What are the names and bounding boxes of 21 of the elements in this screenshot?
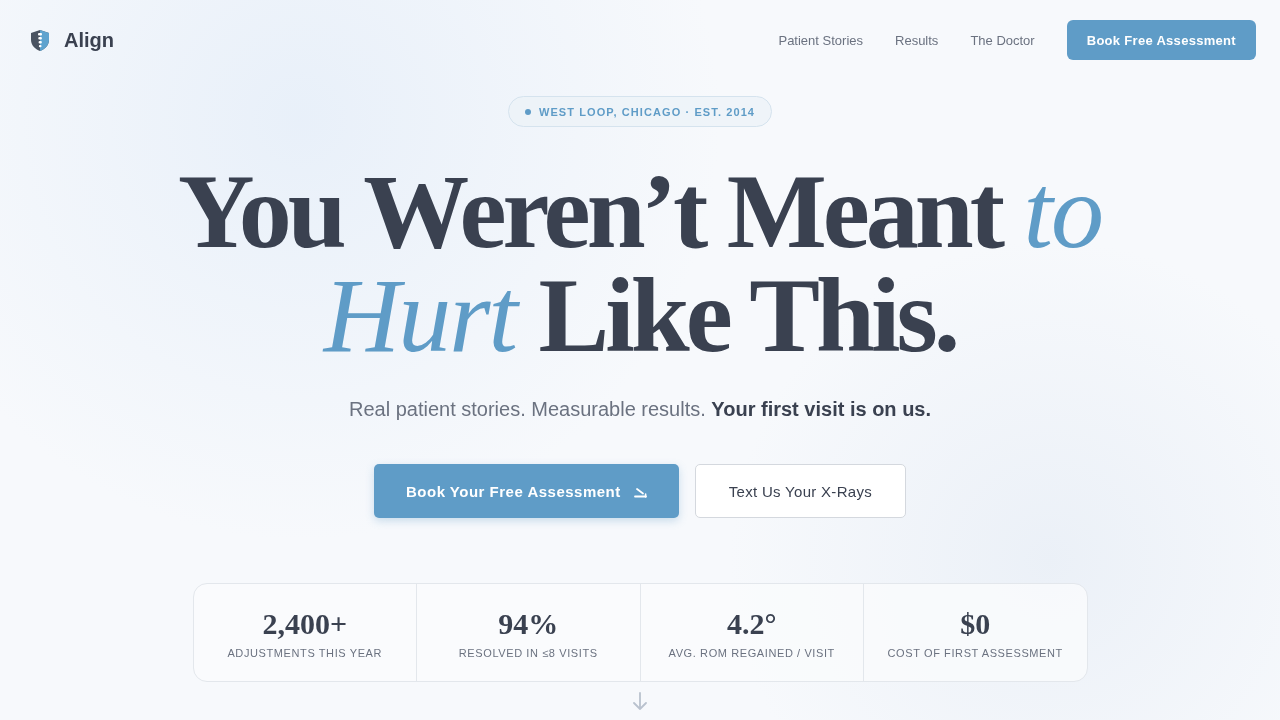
stat-value: 2,400+ <box>262 606 348 641</box>
stat-value: 4.2° <box>727 606 777 641</box>
stat-value: 94% <box>498 606 559 641</box>
badge-text: WEST LOOP, CHICAGO · EST. 2014 <box>538 105 756 118</box>
shield-logo-icon <box>29 28 51 52</box>
headline: You Weren’t Meant to Hurt Like This. <box>177 160 1103 368</box>
nav-link[interactable]: Patient Stories <box>778 32 863 48</box>
nav-link[interactable]: The Doctor <box>970 32 1035 48</box>
text-xrays-button[interactable]: Text Us Your X-Rays <box>694 464 907 518</box>
nav-link[interactable]: Results <box>895 32 939 48</box>
brand-name: Align <box>64 28 114 52</box>
stat-label: ADJUSTMENTS THIS YEAR <box>227 646 383 659</box>
dot-icon <box>524 108 531 115</box>
subtitle: Real patient stories. Measurable results. Your first visit is on us. <box>348 398 932 421</box>
stat-label: AVG. ROM REGAINED / VISIT <box>668 646 835 659</box>
stat-value: $0 <box>960 606 991 641</box>
book-assessment-button[interactable]: Book Your Free Assessment <box>373 464 679 518</box>
stat-label: COST OF FIRST ASSESSMENT <box>887 646 1063 659</box>
book-assessment-button[interactable]: Book Free Assessment <box>1066 20 1256 60</box>
arrow-down-icon <box>632 692 648 710</box>
stat-label: RESOLVED IN ≤8 VISITS <box>458 646 598 659</box>
